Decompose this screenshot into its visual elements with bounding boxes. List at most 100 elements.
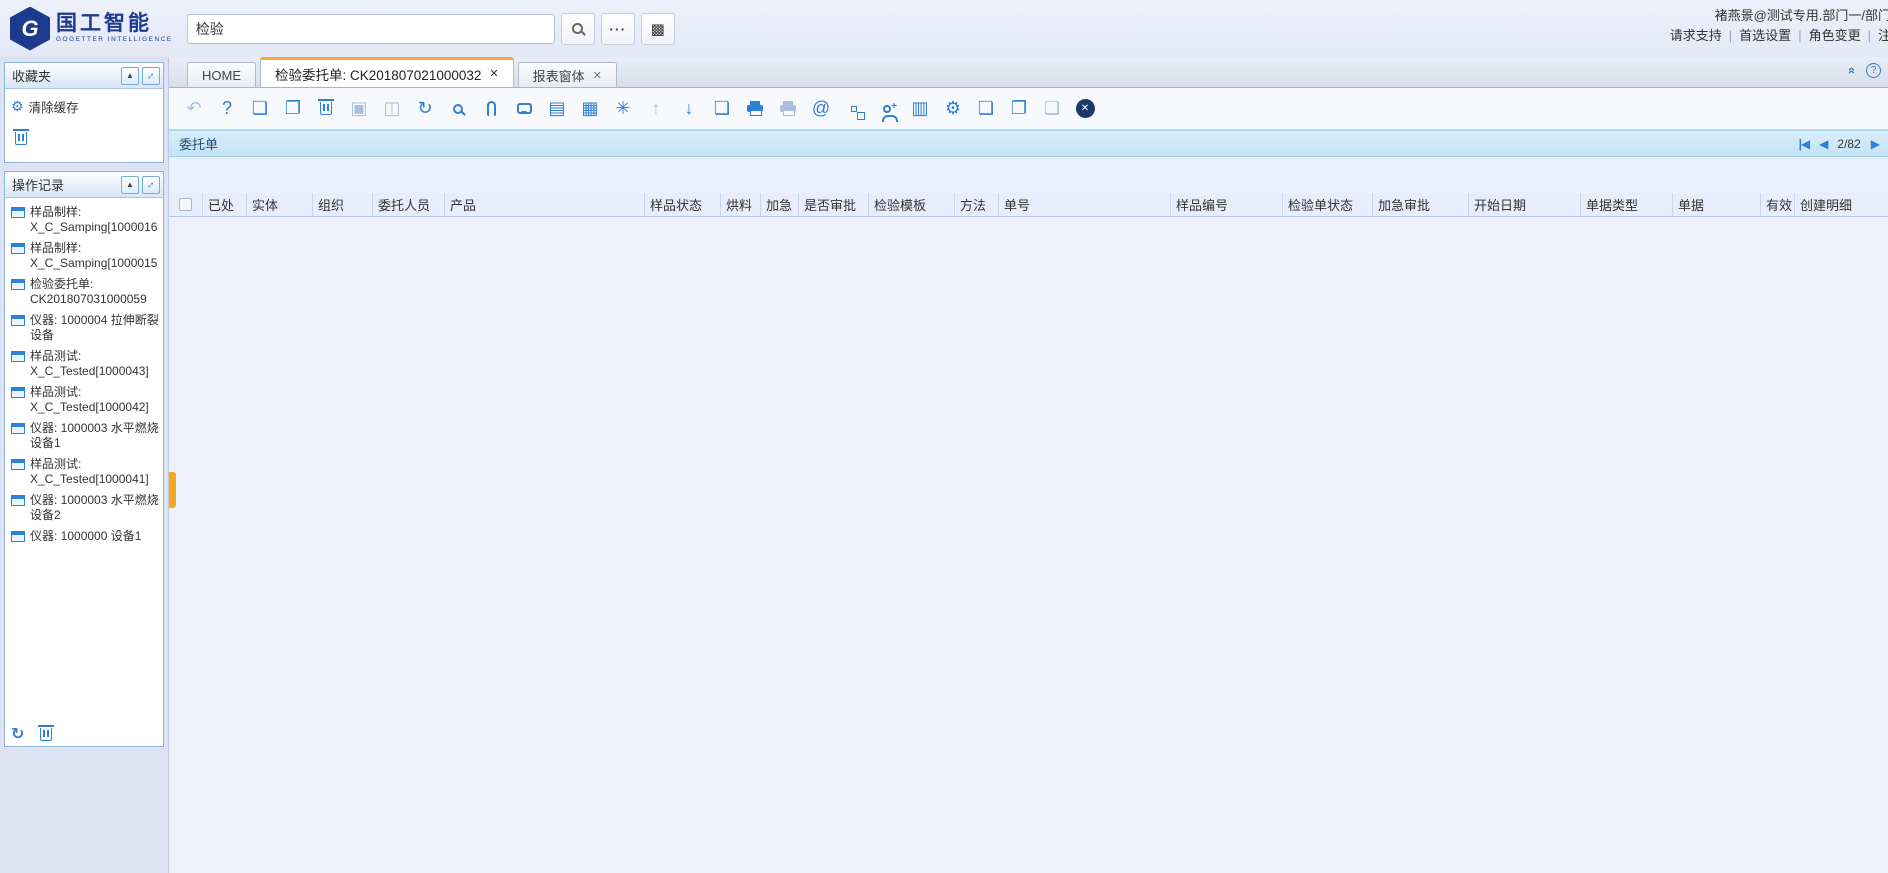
doc-disabled-icon: ❏ bbox=[1041, 98, 1063, 120]
help-icon[interactable]: ? bbox=[216, 98, 238, 120]
comment-icon[interactable] bbox=[513, 98, 535, 120]
gear-icon[interactable]: ⚙ bbox=[942, 98, 964, 120]
header-18: 有效 bbox=[1761, 193, 1795, 216]
history-item[interactable]: 仪器: 1000003 水平燃烧设备1 bbox=[11, 418, 160, 454]
history-item[interactable]: 样品测试: X_C_Tested[1000043] bbox=[11, 346, 160, 382]
app-logo: G 国工智能 GOGETTER INTELLIGENCE bbox=[10, 7, 173, 51]
user-link-2[interactable]: 角色变更 bbox=[1809, 28, 1861, 43]
header-15: 开始日期 bbox=[1469, 193, 1581, 216]
link-separator: | bbox=[1729, 28, 1732, 43]
search-button[interactable] bbox=[561, 13, 595, 45]
history-item-label: 样品制样: X_C_Samping[1000016 bbox=[30, 205, 160, 235]
tab-label: 报表窗体 bbox=[533, 66, 585, 85]
download-icon[interactable]: ↓ bbox=[678, 98, 700, 120]
favorites-collapse-button[interactable]: ▲ bbox=[121, 67, 139, 85]
window-icon bbox=[11, 531, 25, 542]
upload-icon: ↑ bbox=[645, 98, 667, 120]
tab-label: 检验委托单: CK201807021000032 bbox=[275, 64, 481, 84]
first-page-button[interactable]: |◀ bbox=[1799, 137, 1810, 151]
print-icon[interactable] bbox=[744, 98, 766, 120]
link-separator: | bbox=[1798, 28, 1801, 43]
tab-close-icon[interactable]: ✕ bbox=[489, 67, 498, 80]
window-icon bbox=[11, 279, 25, 290]
sidebar-splitter-handle[interactable] bbox=[169, 472, 176, 508]
history-item[interactable]: 检验委托单: CK201807031000059 bbox=[11, 274, 160, 310]
favorite-item-label: 清除缓存 bbox=[29, 97, 79, 116]
form-card-icon[interactable]: ▤ bbox=[546, 98, 568, 120]
export-doc-icon[interactable]: ❏ bbox=[975, 98, 997, 120]
history-item[interactable]: 样品制样: X_C_Samping[1000015 bbox=[11, 238, 160, 274]
ellipsis-icon: ··· bbox=[609, 21, 626, 37]
header-10: 方法 bbox=[955, 193, 999, 216]
qr-apps-button[interactable]: ▩ bbox=[641, 13, 675, 45]
tab-close-icon[interactable]: ✕ bbox=[593, 69, 602, 82]
section-bar: 委托单 |◀ ◀ 2/82 ▶ bbox=[169, 130, 1888, 157]
logo-title: 国工智能 bbox=[56, 13, 173, 34]
delete-icon[interactable] bbox=[315, 98, 337, 120]
at-link-icon[interactable]: @ bbox=[810, 98, 832, 120]
history-item[interactable]: 样品测试: X_C_Tested[1000042] bbox=[11, 382, 160, 418]
history-expand-button[interactable]: ↕ bbox=[142, 176, 160, 194]
prev-page-button[interactable]: ◀ bbox=[1819, 137, 1827, 151]
more-options-button[interactable]: ··· bbox=[601, 13, 635, 45]
magic-wand-icon[interactable]: ✳ bbox=[612, 98, 634, 120]
history-item[interactable]: 样品制样: X_C_Samping[1000016 bbox=[11, 202, 160, 238]
block-icon[interactable]: ✕ bbox=[1074, 98, 1096, 120]
pdf-export-icon[interactable]: ❏ bbox=[711, 98, 733, 120]
user-link-0[interactable]: 请求支持 bbox=[1670, 28, 1722, 43]
main-content: HOME检验委托单: CK201807021000032✕报表窗体✕ » ? ↶… bbox=[168, 57, 1888, 873]
header-5: 样品状态 bbox=[645, 193, 721, 216]
orders-table: 已处实体组织委托人员产品样品状态烘料加急是否审批检验模板方法单号样品编号检验单状… bbox=[169, 193, 1888, 217]
left-sidebar: 收藏夹 ▲ ↕ ⚙清除缓存 操作记录 ▲ ↕ 样品制样: X_C_Samping… bbox=[0, 57, 168, 873]
add-user-icon[interactable] bbox=[876, 98, 898, 120]
history-collapse-button[interactable]: ▲ bbox=[121, 176, 139, 194]
window-icon bbox=[11, 459, 25, 470]
tab-1[interactable]: 检验委托单: CK201807021000032 ✕ bbox=[260, 57, 514, 87]
header-1: 实体 bbox=[247, 193, 313, 216]
tab-label: HOME bbox=[202, 68, 241, 83]
help-icon[interactable]: ? bbox=[1866, 63, 1881, 78]
history-item[interactable]: 仪器: 1000004 拉伸断裂设备 bbox=[11, 310, 160, 346]
export-doc2-icon[interactable]: ❐ bbox=[1008, 98, 1030, 120]
history-item-label: 样品测试: X_C_Tested[1000043] bbox=[30, 349, 160, 379]
attachment-icon[interactable] bbox=[480, 98, 502, 120]
next-page-button[interactable]: ▶ bbox=[1871, 137, 1879, 151]
user-link-3[interactable]: 注销 bbox=[1878, 28, 1888, 43]
favorite-item[interactable]: ⚙清除缓存 bbox=[11, 95, 157, 118]
refresh-icon[interactable]: ↻ bbox=[414, 98, 436, 120]
qr-grid-icon: ▩ bbox=[651, 20, 665, 38]
history-trash-icon[interactable] bbox=[40, 728, 52, 741]
history-item[interactable]: 仪器: 1000003 水平燃烧设备2 bbox=[11, 490, 160, 526]
link-separator: | bbox=[1868, 28, 1871, 43]
tab-home[interactable]: HOME bbox=[187, 62, 256, 87]
table-icon[interactable]: ▦ bbox=[579, 98, 601, 120]
header-4: 产品 bbox=[445, 193, 645, 216]
select-all-checkbox[interactable] bbox=[179, 198, 192, 211]
favorites-expand-button[interactable]: ↕ bbox=[142, 67, 160, 85]
header-8: 是否审批 bbox=[799, 193, 869, 216]
window-icon bbox=[11, 207, 25, 218]
user-link-1[interactable]: 首选设置 bbox=[1739, 28, 1791, 43]
new-document-icon[interactable]: ❏ bbox=[249, 98, 271, 120]
history-item[interactable]: 样品测试: X_C_Tested[1000041] bbox=[11, 454, 160, 490]
search-icon[interactable] bbox=[447, 98, 469, 120]
favorites-trash-icon[interactable] bbox=[15, 132, 27, 145]
window-icon bbox=[11, 243, 25, 254]
search-icon bbox=[572, 23, 583, 34]
history-item-label: 仪器: 1000004 拉伸断裂设备 bbox=[30, 313, 160, 343]
user-links: 请求支持 | 首选设置 | 角色变更 | 注销 bbox=[1670, 26, 1888, 46]
header-12: 样品编号 bbox=[1171, 193, 1283, 216]
tab-2[interactable]: 报表窗体 ✕ bbox=[518, 62, 617, 87]
user-info: 褚燕景@测试专用.部门一/部门一 bbox=[1670, 6, 1888, 26]
window-icon bbox=[11, 351, 25, 362]
global-search-input[interactable] bbox=[187, 14, 555, 44]
history-refresh-icon[interactable]: ↻ bbox=[11, 724, 24, 744]
window-icon bbox=[11, 387, 25, 398]
calculator-icon[interactable]: ▥ bbox=[909, 98, 931, 120]
workflow-icon[interactable] bbox=[843, 98, 865, 120]
header-0: 已处 bbox=[203, 193, 247, 216]
tab-bar: HOME 检验委托单: CK201807021000032 ✕ 报表窗体 ✕ » ? bbox=[169, 57, 1888, 88]
history-item[interactable]: 仪器: 1000000 设备1 bbox=[11, 526, 160, 547]
copy-icon[interactable]: ❐ bbox=[282, 98, 304, 120]
collapse-toolbar-icon[interactable]: » bbox=[1843, 67, 1858, 74]
